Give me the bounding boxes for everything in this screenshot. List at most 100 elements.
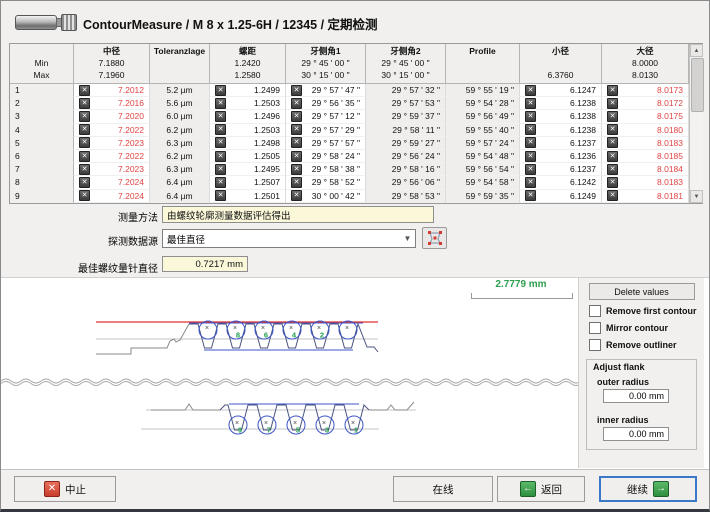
- probe-pin[interactable]: ×: [339, 321, 357, 339]
- probe-pin[interactable]: ×5: [287, 416, 305, 435]
- checkbox-checked-icon[interactable]: ✕: [291, 137, 302, 148]
- cell-value: 8.0173: [657, 85, 683, 95]
- checkbox-checked-icon[interactable]: ✕: [215, 177, 226, 188]
- scroll-up-icon[interactable]: ▲: [690, 44, 703, 57]
- checkbox-checked-icon[interactable]: ✕: [607, 177, 618, 188]
- checkbox-checked-icon[interactable]: ✕: [291, 151, 302, 162]
- checkbox-checked-icon[interactable]: ✕: [607, 137, 618, 148]
- checkbox-checked-icon[interactable]: ✕: [215, 164, 226, 175]
- checkbox-checked-icon[interactable]: ✕: [79, 190, 90, 201]
- abort-button[interactable]: ✕ 中止: [14, 476, 116, 502]
- probe-pin[interactable]: ×4: [283, 321, 301, 340]
- method-input[interactable]: [162, 206, 434, 223]
- checkbox-checked-icon[interactable]: ✕: [525, 98, 536, 109]
- checkbox-checked-icon[interactable]: ✕: [215, 111, 226, 122]
- checkbox-checked-icon[interactable]: ✕: [79, 164, 90, 175]
- checkbox-unchecked-icon[interactable]: [589, 322, 601, 334]
- table-cell: 6.3 µm: [150, 137, 210, 150]
- chevron-down-icon: ▼: [400, 234, 415, 243]
- cell-value: 29 ° 58 ' 24 ": [312, 151, 360, 161]
- cell-value: 7.2023: [118, 164, 144, 174]
- checkbox-checked-icon[interactable]: ✕: [215, 85, 226, 96]
- cell-value: 6.1242: [570, 177, 596, 187]
- scrollbar-thumb[interactable]: [691, 58, 704, 112]
- probe-pin[interactable]: ×2: [311, 321, 329, 340]
- probe-pin[interactable]: ×6: [255, 321, 273, 340]
- checkbox-checked-icon[interactable]: ✕: [607, 164, 618, 175]
- checkbox-checked-icon[interactable]: ✕: [525, 190, 536, 201]
- inner-radius-input[interactable]: [603, 427, 669, 441]
- table-scrollbar[interactable]: ▲ ▼: [689, 44, 703, 203]
- probe-pin[interactable]: ×8: [227, 321, 245, 340]
- checkbox-unchecked-icon[interactable]: [589, 305, 601, 317]
- delete-values-button[interactable]: Delete values: [589, 283, 695, 300]
- checkbox-checked-icon[interactable]: ✕: [291, 85, 302, 96]
- table-cell: ✕29 ° 57 ' 29 ": [286, 124, 366, 137]
- cell-value: 59 ° 56 ' 49 ": [466, 111, 514, 121]
- checkbox-checked-icon[interactable]: ✕: [79, 151, 90, 162]
- table-cell: ✕7.2020: [74, 110, 150, 123]
- checkbox-checked-icon[interactable]: ✕: [525, 164, 536, 175]
- cell-value: 6.2 µm: [166, 125, 192, 135]
- checkbox-checked-icon[interactable]: ✕: [525, 177, 536, 188]
- checkbox-checked-icon[interactable]: ✕: [607, 190, 618, 201]
- checkbox-checked-icon[interactable]: ✕: [215, 98, 226, 109]
- probe-pin[interactable]: ×3: [316, 416, 334, 435]
- back-button[interactable]: ← 返回: [497, 476, 585, 502]
- checkbox-checked-icon[interactable]: ✕: [525, 111, 536, 122]
- checkbox-checked-icon[interactable]: ✕: [215, 151, 226, 162]
- checkbox-checked-icon[interactable]: ✕: [291, 164, 302, 175]
- checkbox-checked-icon[interactable]: ✕: [215, 137, 226, 148]
- table-cell: 29 ° 56 ' 24 ": [366, 150, 446, 163]
- continue-button[interactable]: 继续 →: [599, 476, 697, 502]
- cell-value: 8.0175: [657, 111, 683, 121]
- probe-points-button[interactable]: [422, 227, 447, 249]
- checkbox-checked-icon[interactable]: ✕: [79, 85, 90, 96]
- cell-value: 1.2507: [254, 177, 280, 187]
- wire-diameter-input[interactable]: [162, 256, 248, 272]
- table-cell: 29 ° 57 ' 53 ": [366, 97, 446, 110]
- outer-radius-input[interactable]: [603, 389, 669, 403]
- probe-pin[interactable]: ×7: [258, 416, 276, 435]
- checkbox-unchecked-icon[interactable]: [589, 339, 601, 351]
- checkbox-checked-icon[interactable]: ✕: [291, 190, 302, 201]
- table-cell: ✕1.2503: [210, 124, 286, 137]
- svg-text:×: ×: [345, 325, 349, 332]
- probe-pin[interactable]: ×: [199, 321, 217, 339]
- dimension-bracket: [471, 293, 573, 299]
- checkbox-checked-icon[interactable]: ✕: [215, 124, 226, 135]
- table-cell: ✕ 7.2023: [74, 137, 150, 150]
- checkbox-checked-icon[interactable]: ✕: [79, 124, 90, 135]
- checkbox-checked-icon[interactable]: ✕: [79, 98, 90, 109]
- probe-pin[interactable]: ×9: [229, 416, 247, 435]
- checkbox-checked-icon[interactable]: ✕: [291, 111, 302, 122]
- checkbox-checked-icon[interactable]: ✕: [525, 151, 536, 162]
- column-header: 小径6.3760: [520, 44, 602, 84]
- checkbox-checked-icon[interactable]: ✕: [79, 111, 90, 122]
- checkbox-checked-icon[interactable]: ✕: [291, 124, 302, 135]
- checkbox-checked-icon[interactable]: ✕: [525, 124, 536, 135]
- checkbox-checked-icon[interactable]: ✕: [291, 177, 302, 188]
- checkbox-checked-icon[interactable]: ✕: [525, 85, 536, 96]
- checkbox-checked-icon[interactable]: ✕: [215, 190, 226, 201]
- checkbox-checked-icon[interactable]: ✕: [607, 124, 618, 135]
- checkbox-checked-icon[interactable]: ✕: [607, 85, 618, 96]
- remove-first-contour-option[interactable]: Remove first contour: [589, 305, 704, 317]
- table-cell: ✕6.1238: [520, 97, 602, 110]
- checkbox-checked-icon[interactable]: ✕: [607, 151, 618, 162]
- scroll-down-icon[interactable]: ▼: [690, 190, 703, 203]
- checkbox-checked-icon[interactable]: ✕: [79, 137, 90, 148]
- source-dropdown[interactable]: 最佳直径 ▼: [162, 229, 416, 248]
- checkbox-checked-icon[interactable]: ✕: [291, 98, 302, 109]
- online-button[interactable]: 在线: [393, 476, 493, 502]
- probe-pin[interactable]: ×1: [345, 416, 363, 435]
- svg-text:9: 9: [238, 426, 242, 435]
- cell-value: 7.2023: [118, 138, 144, 148]
- cell-value: 29 ° 59 ' 37 ": [392, 111, 440, 121]
- mirror-contour-option[interactable]: Mirror contour: [589, 322, 704, 334]
- remove-outliner-option[interactable]: Remove outliner: [589, 339, 704, 351]
- checkbox-checked-icon[interactable]: ✕: [79, 177, 90, 188]
- checkbox-checked-icon[interactable]: ✕: [525, 137, 536, 148]
- checkbox-checked-icon[interactable]: ✕: [607, 98, 618, 109]
- checkbox-checked-icon[interactable]: ✕: [607, 111, 618, 122]
